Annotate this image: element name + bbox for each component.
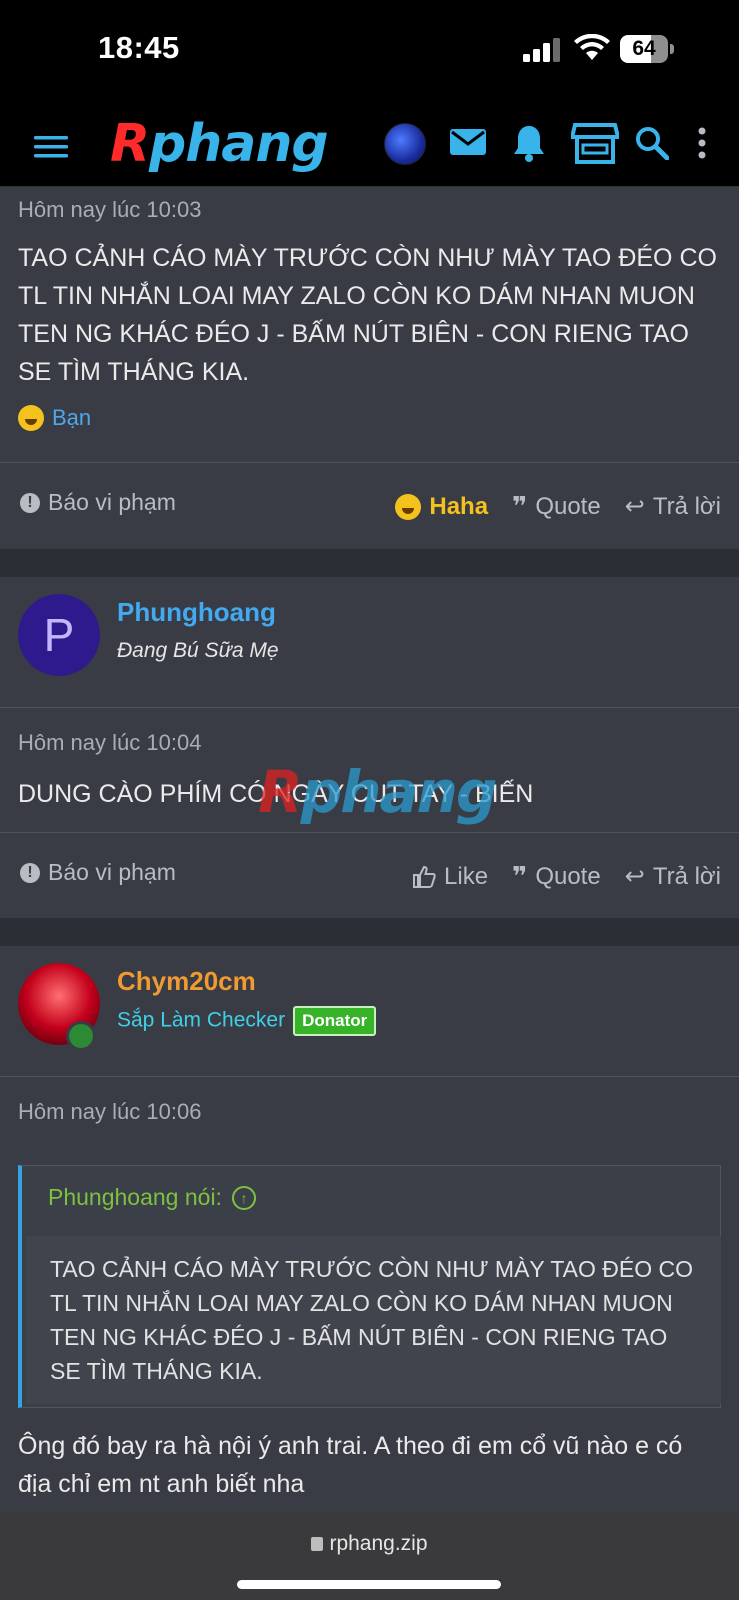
quote-text: TAO CẢNH CÁO MÀY TRƯỚC CÒN NHƯ MÀY TAO Đ… [50, 1256, 694, 1384]
top-navbar: Rphang [0, 110, 739, 187]
username[interactable]: Phunghoang [117, 597, 276, 628]
reply-button[interactable]: ↩ Trả lời [625, 492, 721, 521]
post-gap [0, 549, 739, 577]
thumbs-up-icon [413, 865, 436, 888]
url-row[interactable]: rphang.zip [0, 1532, 739, 1556]
quote-button[interactable]: ❞ Quote [512, 861, 601, 892]
report-label: Báo vi phạm [48, 489, 176, 515]
donator-badge: Donator [293, 1006, 377, 1036]
quote-content: TAO CẢNH CÁO MÀY TRƯỚC CÒN NHƯ MÀY TAO Đ… [26, 1236, 721, 1404]
wifi-icon [574, 34, 610, 60]
report-button[interactable]: ! Báo vi phạm [20, 859, 176, 886]
online-status-icon [66, 1021, 96, 1051]
quote-author-link[interactable]: Phunghoang nói: ↑ [48, 1184, 256, 1211]
more-vertical-icon[interactable] [690, 124, 714, 162]
username[interactable]: Chym20cm [117, 966, 256, 997]
quote-label: Quote [535, 862, 601, 890]
post-timestamp[interactable]: Hôm nay lúc 10:06 [18, 1099, 201, 1125]
like-button[interactable]: Like [412, 863, 488, 891]
quote-block: Phunghoang nói: ↑ TAO CẢNH CÁO MÀY TRƯỚC… [18, 1165, 721, 1408]
post-timestamp[interactable]: Hôm nay lúc 10:03 [18, 197, 201, 223]
menu-icon[interactable] [32, 130, 70, 164]
bell-icon[interactable] [510, 122, 548, 164]
report-icon: ! [20, 492, 40, 513]
report-label: Báo vi phạm [48, 859, 176, 885]
quote-icon: ❞ [512, 491, 528, 521]
mail-icon[interactable] [448, 124, 488, 160]
post-2: P Phunghoang Đang Bú Sữa Mẹ Hôm nay lúc … [0, 577, 739, 918]
haha-emoji-icon [395, 493, 422, 520]
post-body: TAO CẢNH CÁO MÀY TRƯỚC CÒN NHƯ MÀY TAO Đ… [18, 244, 717, 386]
like-label: Like [444, 862, 489, 890]
reaction-summary-label: Bạn [52, 405, 92, 430]
divider [0, 707, 739, 708]
haha-emoji-icon [18, 405, 44, 431]
avatar[interactable]: P [18, 594, 100, 676]
post-body: Ông đó bay ra hà nội ý anh trai. A theo … [18, 1432, 683, 1498]
status-bar: 18:45 64 [0, 0, 739, 110]
haha-label: Haha [429, 492, 489, 520]
reply-button[interactable]: ↩ Trả lời [625, 862, 721, 891]
quote-button[interactable]: ❞ Quote [512, 491, 601, 522]
cellular-signal-icon [523, 38, 560, 62]
reply-label: Trả lời [652, 492, 721, 520]
report-button[interactable]: ! Báo vi phạm [20, 489, 176, 516]
post-actions: ! Báo vi phạm Like ❞ Quote ↩ Trả lời [0, 833, 739, 917]
post-body: DUNG CÀO PHÍM CÓ NGÀY CUT TAY - BIẾN [18, 780, 534, 808]
report-icon: ! [20, 862, 40, 883]
url-text[interactable]: rphang.zip [329, 1532, 427, 1555]
divider [0, 1076, 739, 1077]
user-title: Sắp Làm Checker [117, 1008, 286, 1032]
reply-icon: ↩ [624, 863, 645, 890]
reaction-summary[interactable]: Bạn [18, 405, 91, 431]
post-1: Hôm nay lúc 10:03 TAO CẢNH CÁO MÀY TRƯỚC… [0, 187, 739, 549]
quote-icon: ❞ [512, 861, 528, 891]
post-gap [0, 918, 739, 946]
jump-to-quote-icon[interactable]: ↑ [231, 1185, 256, 1210]
user-title: Đang Bú Sữa Mẹ [117, 639, 279, 662]
user-avatar[interactable] [384, 123, 426, 165]
battery-level: 64 [632, 37, 656, 60]
store-icon[interactable] [570, 120, 620, 166]
lock-icon [311, 1537, 324, 1551]
reply-icon: ↩ [624, 493, 645, 520]
search-icon[interactable] [634, 124, 670, 162]
user-title-row: Sắp Làm Checker Donator [117, 1006, 377, 1036]
home-indicator[interactable] [237, 1580, 501, 1589]
post-actions: ! Báo vi phạm Haha ❞ Quote ↩ Trả lời [0, 463, 739, 547]
status-time: 18:45 [98, 30, 180, 65]
post-timestamp[interactable]: Hôm nay lúc 10:04 [18, 730, 201, 756]
quote-author: Phunghoang nói: [48, 1184, 222, 1210]
battery-icon: 64 [620, 35, 674, 63]
site-logo[interactable]: Rphang [110, 114, 329, 174]
haha-button[interactable]: Haha [395, 493, 488, 521]
browser-url-bar[interactable]: rphang.zip [0, 1512, 739, 1600]
quote-label: Quote [535, 492, 601, 520]
reply-label: Trả lời [652, 862, 721, 890]
